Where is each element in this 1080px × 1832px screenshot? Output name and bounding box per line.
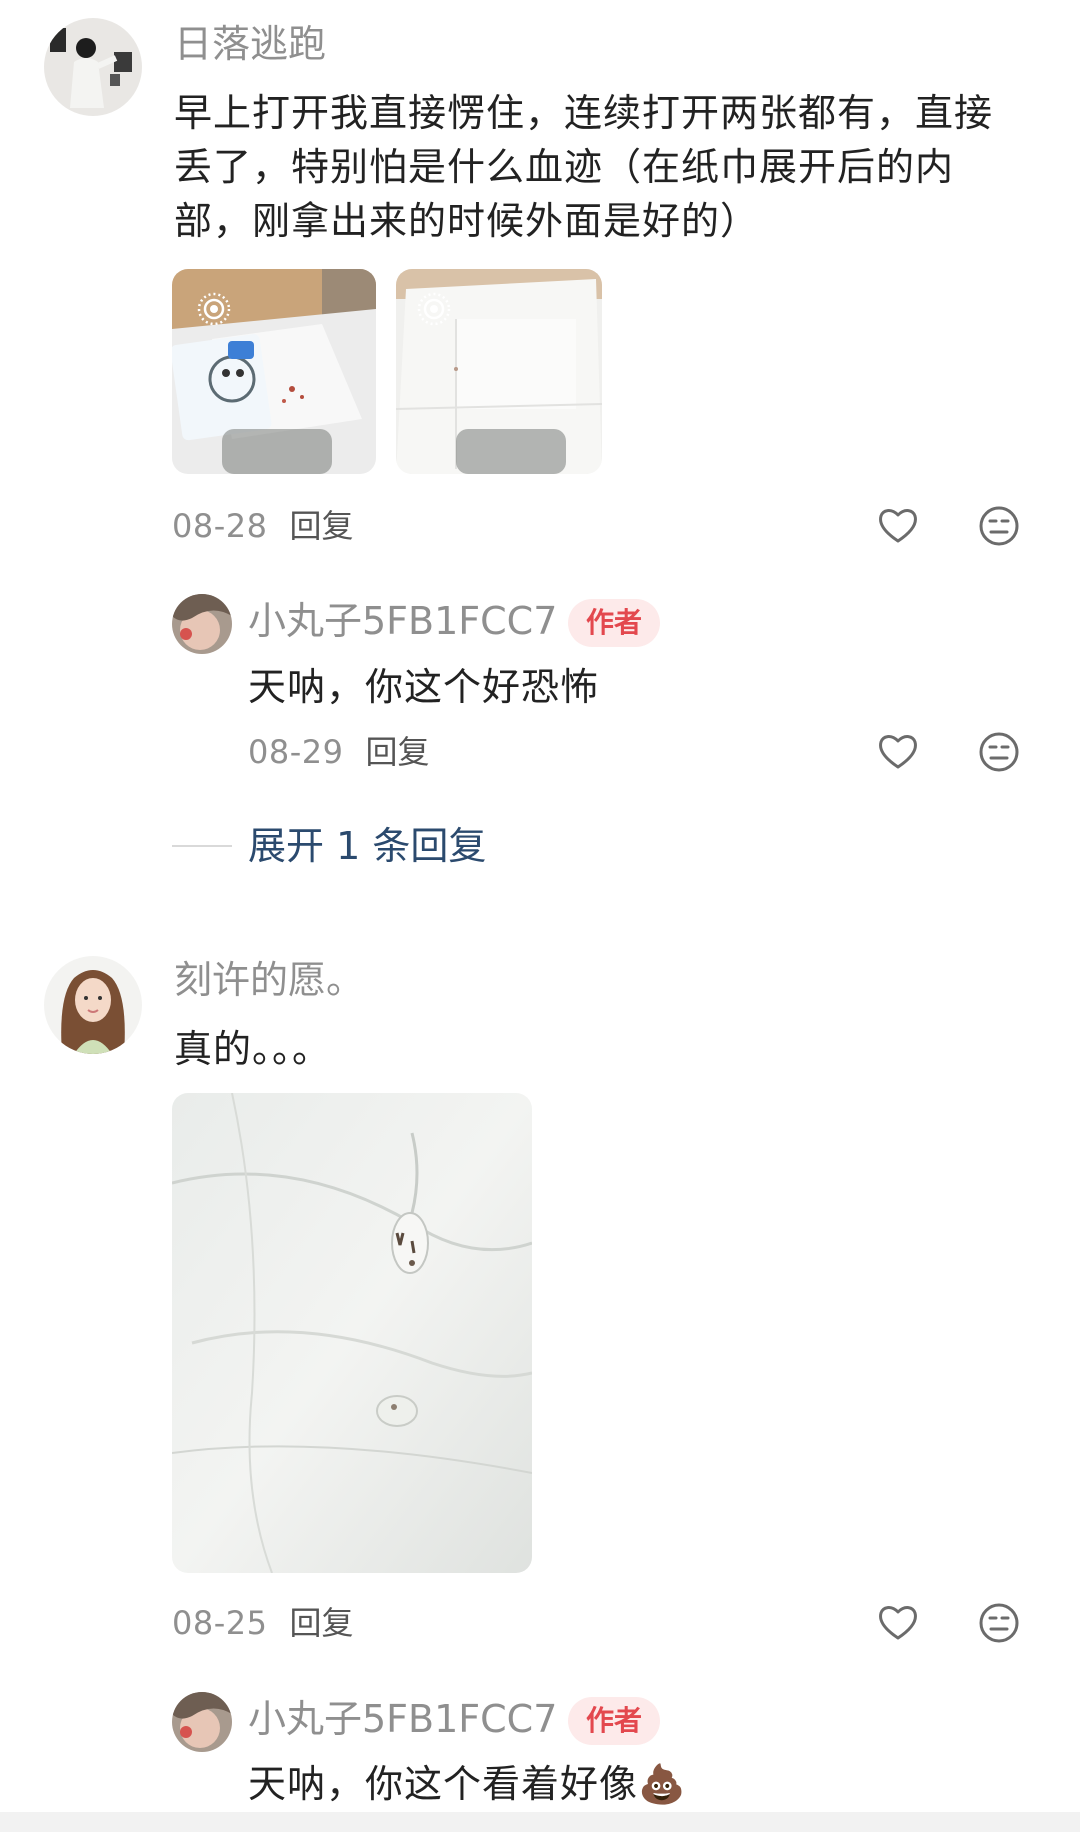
heart-icon [879,1606,917,1640]
avatar[interactable] [44,18,142,116]
reply-button[interactable]: 回复 [289,1604,353,1642]
meh-face-icon [979,732,1019,772]
expand-divider [172,845,232,847]
reply-username[interactable]: 小丸子5FB1FCC7 [248,1697,557,1741]
expand-replies-link[interactable]: 展开 1 条回复 [248,822,486,870]
like-button[interactable] [875,1600,921,1646]
meh-face-icon [979,1603,1019,1643]
reply-button[interactable]: 回复 [289,507,353,545]
dislike-button[interactable] [976,1600,1022,1646]
avatar[interactable] [172,594,232,654]
reply-button[interactable]: 回复 [365,733,429,771]
comment-date: 08-25 [172,1604,268,1642]
comment-text: 早上打开我直接愣住，连续打开两张都有，直接丢了，特别怕是什么血迹（在纸巾展开后的… [174,91,994,243]
dislike-button[interactable] [976,503,1022,549]
like-button[interactable] [875,503,921,549]
comment-image[interactable] [396,269,602,474]
comment-username[interactable]: 日落逃跑 [174,22,326,66]
avatar[interactable] [44,956,142,1054]
comment-image[interactable] [172,1093,532,1573]
reply-text: 天呐，你这个看着好像💩 [248,1762,687,1806]
author-badge: 作者 [568,1697,661,1745]
reply-meta: 08-29 回复 [248,732,430,772]
comment-username[interactable]: 刻许的愿。 [174,958,364,1002]
bottom-divider [0,1812,1080,1832]
comment-image[interactable] [172,269,376,474]
live-photo-icon [196,291,232,327]
comment-meta: 08-25 回复 [172,1603,354,1643]
meh-face-icon [979,506,1019,546]
heart-icon [879,509,917,543]
author-badge: 作者 [568,599,661,647]
comment-date: 08-28 [172,507,268,545]
comment-text: 真的。。。 [174,1027,332,1071]
avatar[interactable] [172,1692,232,1752]
reply-text: 天呐，你这个好恐怖 [248,665,600,709]
live-photo-icon [416,291,452,327]
like-button[interactable] [875,729,921,775]
reply-username[interactable]: 小丸子5FB1FCC7 [248,599,557,643]
comment-meta: 08-28 回复 [172,506,354,546]
heart-icon [879,735,917,769]
dislike-button[interactable] [976,729,1022,775]
reply-date: 08-29 [248,733,344,771]
